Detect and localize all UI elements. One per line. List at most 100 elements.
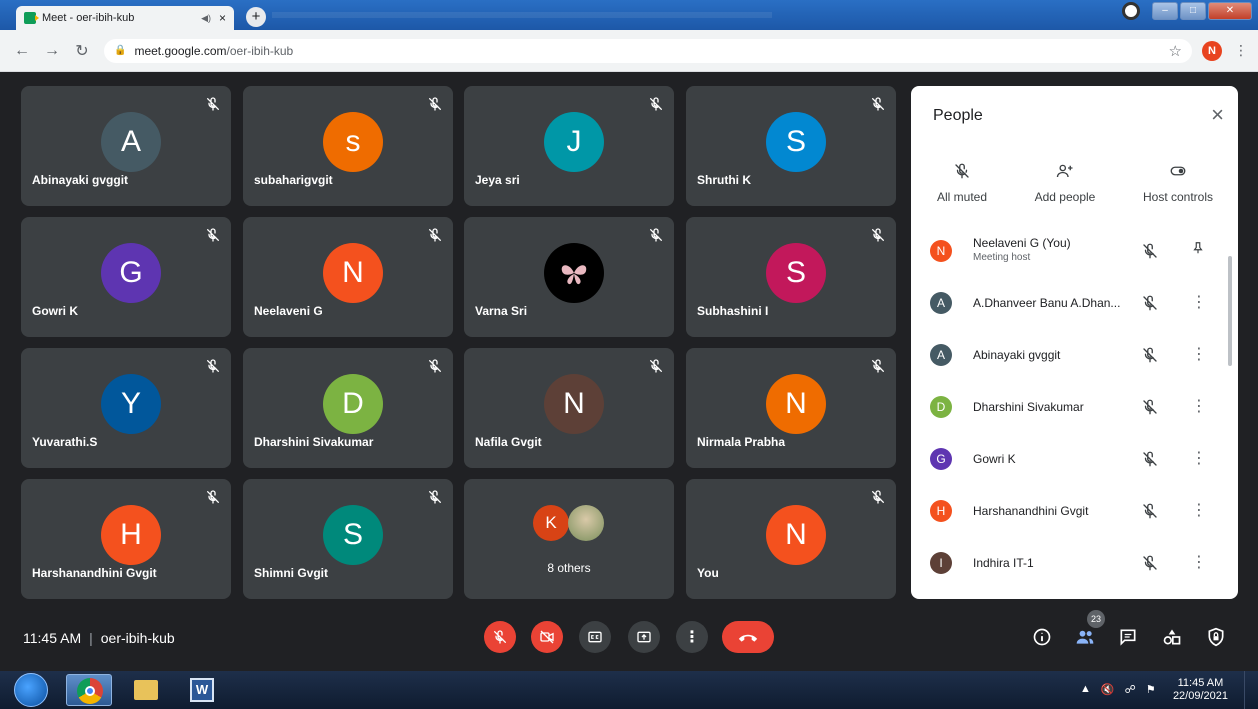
participant-row[interactable]: A A.Dhanveer Banu A.Dhan... ⋮	[911, 282, 1221, 334]
participant-tile[interactable]: S Shimni Gvgit	[243, 479, 453, 599]
mic-off-icon[interactable]	[1141, 242, 1159, 265]
participant-avatar: A	[101, 112, 161, 172]
participant-tile[interactable]: N Neelaveni G	[243, 217, 453, 337]
panel-close-button[interactable]: ×	[1211, 102, 1224, 128]
tab-audio-icon[interactable]: ◀)	[201, 13, 211, 24]
people-button[interactable]	[1073, 625, 1097, 649]
bookmark-star-icon[interactable]: ☆	[1169, 42, 1182, 60]
participant-more-button[interactable]: ⋮	[1191, 396, 1207, 416]
network-icon[interactable]: ☍	[1125, 683, 1136, 696]
participant-row[interactable]: A Abinayaki gvggit ⋮	[911, 334, 1221, 386]
profile-avatar[interactable]: N	[1202, 40, 1222, 61]
window-close-button[interactable]: ✕	[1208, 2, 1252, 20]
participant-name: Harshanandhini Gvgit	[973, 504, 1089, 518]
back-icon[interactable]: ←	[10, 42, 34, 60]
present-screen-button[interactable]	[628, 621, 660, 653]
more-options-button[interactable]: ⋮	[676, 621, 708, 653]
pin-icon	[1193, 242, 1203, 254]
participant-tile[interactable]: D Dharshini Sivakumar	[243, 348, 453, 468]
meeting-info: 11:45 AM | oer-ibih-kub	[23, 630, 175, 646]
participant-tile[interactable]: N You	[686, 479, 896, 599]
taskbar-explorer-app[interactable]	[122, 674, 168, 706]
chat-button[interactable]	[1116, 625, 1140, 649]
mic-off-icon[interactable]	[1141, 554, 1159, 577]
mic-off-icon[interactable]	[1141, 294, 1159, 317]
camera-toggle-button[interactable]	[531, 621, 563, 653]
participant-avatar: N	[766, 505, 826, 565]
taskbar-word-app[interactable]: W	[178, 674, 224, 706]
forward-icon[interactable]: →	[40, 42, 64, 60]
action-center-icon[interactable]: ⚑	[1146, 683, 1156, 696]
participant-more-button[interactable]: ⋮	[1191, 552, 1207, 572]
participant-tile[interactable]: N Nirmala Prabha	[686, 348, 896, 468]
participant-avatar: H	[101, 505, 161, 565]
account-icon[interactable]	[1122, 2, 1140, 20]
participant-more-button[interactable]: ⋮	[1191, 500, 1207, 520]
participant-row[interactable]: I Indhira IT-1 ⋮	[911, 542, 1221, 594]
participant-row[interactable]: H Harshanandhini Gvgit ⋮	[911, 490, 1221, 542]
minimize-button[interactable]: –	[1152, 2, 1178, 20]
participant-avatar: J	[544, 112, 604, 172]
people-panel: People × All muted Add people Host contr…	[911, 86, 1238, 599]
participant-tile[interactable]: J Jeya sri	[464, 86, 674, 206]
participant-tile[interactable]: s subaharigvgit	[243, 86, 453, 206]
mic-off-icon[interactable]	[1141, 502, 1159, 525]
participant-name: Neelaveni G (You)	[973, 236, 1071, 250]
windows-start-button[interactable]	[14, 673, 48, 707]
participant-more-button[interactable]: ⋮	[1191, 344, 1207, 364]
meeting-details-button[interactable]	[1030, 625, 1054, 649]
pin-button[interactable]	[1191, 240, 1205, 261]
participant-row[interactable]: N Neelaveni G (You) Meeting host	[911, 230, 1221, 282]
participant-tile[interactable]: Varna Sri	[464, 217, 674, 337]
reload-icon[interactable]: ↻	[70, 41, 94, 61]
participant-avatar: A	[930, 292, 952, 314]
mic-off-icon[interactable]	[1141, 450, 1159, 473]
tab-close-button[interactable]: ×	[219, 11, 226, 25]
add-person-icon	[1056, 164, 1073, 178]
participant-more-button[interactable]: ⋮	[1191, 448, 1207, 468]
taskbar-chrome-app[interactable]	[66, 674, 112, 706]
participant-tile[interactable]: S Shruthi K	[686, 86, 896, 206]
participant-row[interactable]: D Dharshini Sivakumar ⋮	[911, 386, 1221, 438]
host-safety-button[interactable]	[1204, 625, 1228, 649]
participant-row[interactable]: G Gowri K ⋮	[911, 438, 1221, 490]
butterfly-icon	[561, 265, 587, 285]
url-bar[interactable]: 🔒 meet.google.com /oer-ibih-kub ☆	[104, 38, 1192, 63]
participant-tile[interactable]: N Nafila Gvgit	[464, 348, 674, 468]
participant-tile[interactable]: H Harshanandhini Gvgit	[21, 479, 231, 599]
mic-toggle-button[interactable]	[484, 621, 516, 653]
new-tab-button[interactable]: +	[246, 7, 266, 27]
participant-name: You	[697, 566, 719, 580]
participant-tile[interactable]: S Subhashini I	[686, 217, 896, 337]
muted-mic-icon	[205, 358, 221, 374]
muted-mic-icon	[648, 96, 664, 112]
participant-more-button[interactable]: ⋮	[1191, 292, 1207, 312]
mic-off-icon[interactable]	[1141, 398, 1159, 421]
participant-tile[interactable]: A Abinayaki gvggit	[21, 86, 231, 206]
participant-tile[interactable]: G Gowri K	[21, 217, 231, 337]
more-vert-icon: ⋮	[1191, 450, 1207, 467]
host-controls-button[interactable]: Host controls	[1137, 162, 1219, 204]
participant-avatar: Y	[101, 374, 161, 434]
leave-call-button[interactable]	[722, 621, 774, 653]
panel-scrollbar[interactable]	[1228, 256, 1232, 366]
mic-off-icon[interactable]	[1141, 346, 1159, 369]
browser-menu-icon[interactable]: ⋮	[1234, 42, 1248, 59]
show-desktop-button[interactable]	[1244, 671, 1258, 709]
taskbar-clock[interactable]: 11:45 AM 22/09/2021	[1173, 677, 1228, 703]
meet-favicon-icon	[24, 12, 39, 24]
volume-muted-icon[interactable]: 🔇	[1101, 683, 1115, 696]
participant-tile[interactable]: Y Yuvarathi.S	[21, 348, 231, 468]
others-tile[interactable]: K 8 others	[464, 479, 674, 599]
participant-name: Indhira IT-1	[973, 556, 1034, 570]
add-people-button[interactable]: Add people	[1027, 162, 1103, 204]
maximize-button[interactable]: □	[1180, 2, 1206, 20]
captions-button[interactable]	[579, 621, 611, 653]
all-muted-button[interactable]: All muted	[933, 162, 991, 204]
activities-button[interactable]	[1160, 625, 1184, 649]
tray-expand-icon[interactable]: ▲	[1080, 683, 1091, 696]
participant-avatar: A	[930, 344, 952, 366]
lock-icon[interactable]: 🔒	[114, 45, 126, 56]
browser-tab[interactable]: Meet - oer-ibih-kub ◀) ×	[16, 6, 234, 30]
more-vert-icon: ⋮	[1191, 502, 1207, 519]
